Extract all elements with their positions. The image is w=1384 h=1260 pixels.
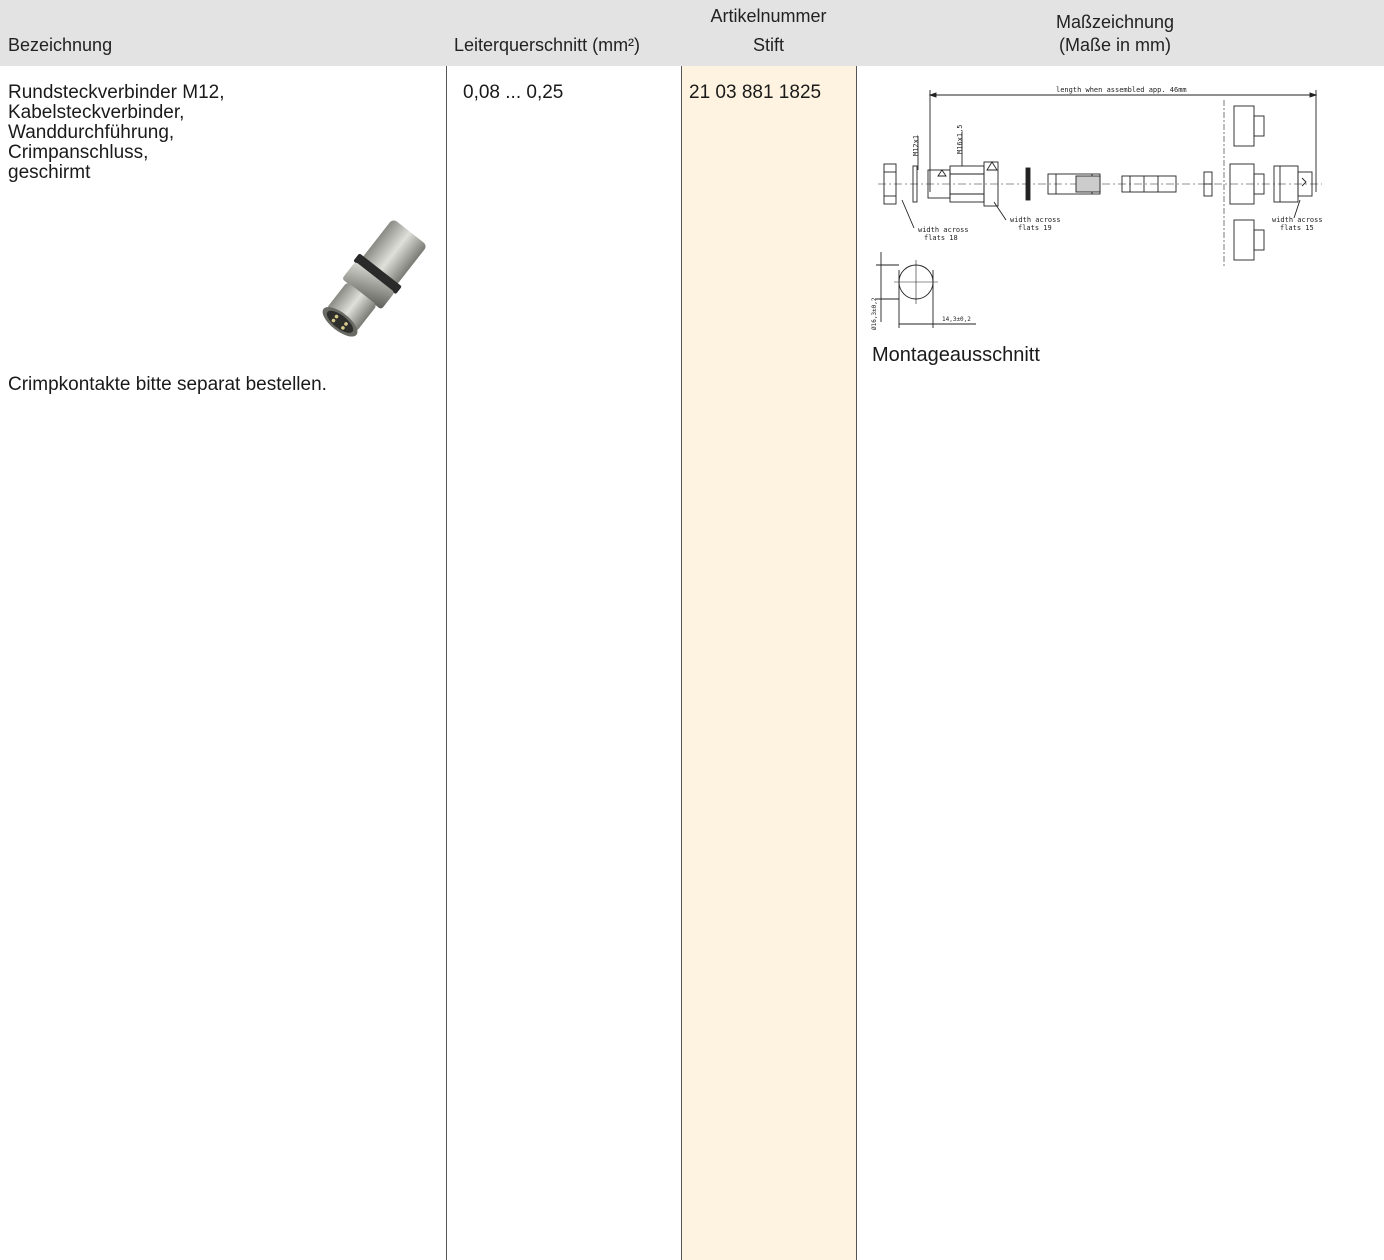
waf18-label-b: flats 18 — [924, 234, 958, 242]
column-divider — [681, 66, 682, 1260]
dimension-drawing: length when assembled app. 46mm M12x1 M1… — [871, 86, 1323, 330]
connector-photo — [322, 220, 426, 337]
waf18-label-a: width across — [918, 226, 969, 234]
column-divider — [446, 66, 447, 1260]
waf19-label-a: width across — [1010, 216, 1061, 224]
drawing-caption: Montageausschnitt — [872, 344, 1040, 366]
product-description: Rundsteckverbinder M12, Kabelsteckverbin… — [8, 82, 225, 183]
table-header: Bezeichnung Leiterquerschnitt (mm²) Arti… — [0, 0, 1384, 66]
m16-label: M16x1,5 — [956, 124, 964, 154]
header-artikelnummer: Artikelnummer — [710, 6, 827, 26]
column-divider — [856, 66, 857, 1260]
cross-section-value: 0,08 ... 0,25 — [463, 82, 564, 103]
header-leiterquerschnitt: Leiterquerschnitt (mm²) — [454, 35, 641, 55]
order-note: Crimpkontakte bitte separat bestellen. — [8, 374, 327, 395]
diameter-label: Ø16,3±0,2 — [871, 297, 878, 330]
header-bezeichnung: Bezeichnung — [8, 35, 113, 55]
header-stift: Stift — [752, 35, 784, 55]
length-label: length when assembled app. 46mm — [1056, 86, 1187, 94]
m12-label: M12x1 — [912, 135, 920, 156]
waf15-label-a: width across — [1272, 216, 1323, 224]
header-masszeichnung: Maßzeichnung — [1055, 12, 1175, 32]
header-masse-in-mm: (Maße in mm) — [1059, 35, 1171, 55]
waf19-label-b: flats 19 — [1018, 224, 1052, 232]
cutout-width-label: 14,3±0,2 — [942, 316, 971, 323]
article-number: 21 03 881 1825 — [689, 82, 822, 103]
stift-column-background — [681, 66, 856, 1260]
waf15-label-b: flats 15 — [1280, 224, 1314, 232]
